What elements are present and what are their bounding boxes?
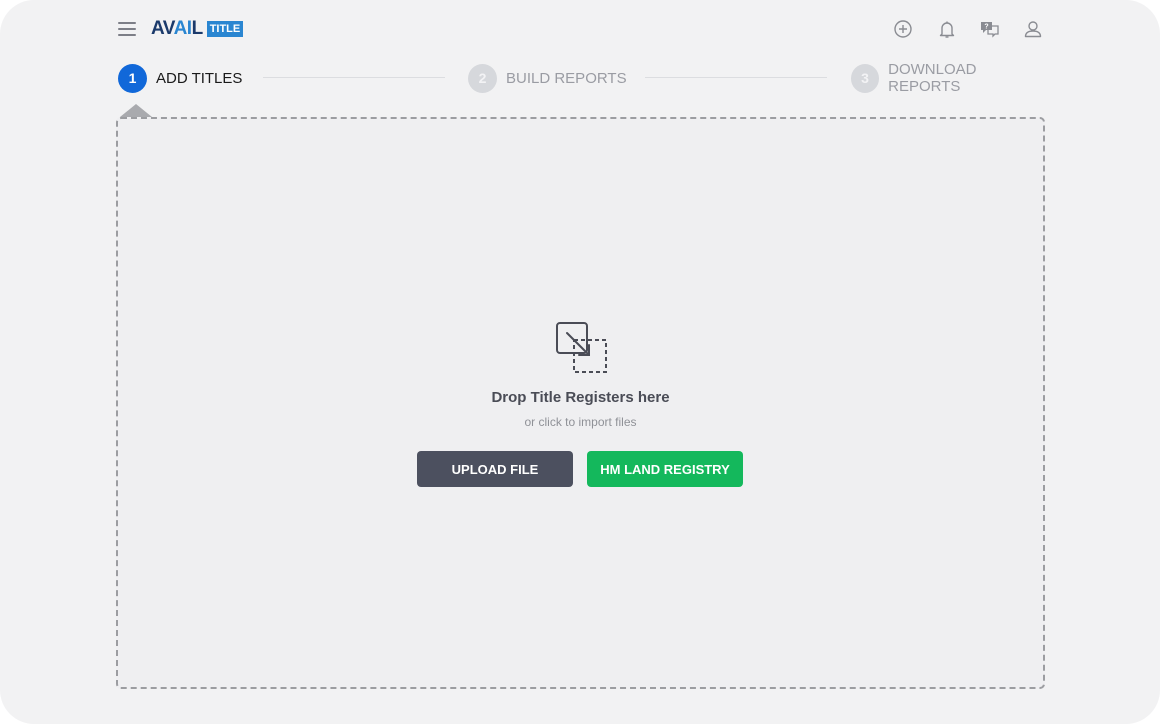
hm-land-registry-button[interactable]: HM LAND REGISTRY (587, 451, 743, 487)
menu-icon[interactable] (118, 22, 136, 36)
step-number: 1 (118, 63, 147, 93)
step-number: 3 (851, 63, 880, 93)
step-download-reports[interactable]: 3 DOWNLOAD REPORTS (851, 61, 1048, 95)
upload-file-button[interactable]: UPLOAD FILE (417, 451, 573, 487)
dropzone-title: Drop Title Registers here (491, 389, 670, 406)
logo[interactable]: AVAIL TITLE (151, 18, 244, 39)
step-add-titles[interactable]: 1 ADD TITLES (118, 63, 242, 93)
plus-circle-icon[interactable] (892, 18, 914, 40)
help-chat-icon[interactable]: ? (979, 18, 1001, 40)
step-build-reports[interactable]: 2 BUILD REPORTS (468, 63, 627, 93)
logo-text: AVAIL (151, 18, 203, 39)
dropzone-subtitle[interactable]: or click to import files (118, 415, 1043, 429)
step-label: ADD TITLES (156, 69, 243, 87)
stepper: 1 ADD TITLES 2 BUILD REPORTS 3 DOWNLOAD … (118, 61, 1048, 95)
bell-icon[interactable] (936, 18, 958, 40)
active-step-pointer (120, 104, 152, 117)
step-number: 2 (468, 63, 497, 93)
file-dropzone[interactable]: Drop Title Registers here or click to im… (116, 117, 1045, 689)
drop-files-icon (555, 321, 609, 375)
step-connector (645, 77, 827, 78)
app-window: AVAIL TITLE ? 1 ADD TITLES 2 BUILD REPOR… (0, 0, 1160, 724)
logo-badge: TITLE (206, 21, 244, 37)
svg-text:?: ? (984, 24, 988, 31)
step-label: DOWNLOAD REPORTS (888, 61, 977, 95)
step-label: BUILD REPORTS (506, 69, 627, 87)
user-icon[interactable] (1022, 18, 1044, 40)
step-connector (263, 77, 445, 78)
top-bar: AVAIL TITLE ? (0, 0, 1160, 58)
